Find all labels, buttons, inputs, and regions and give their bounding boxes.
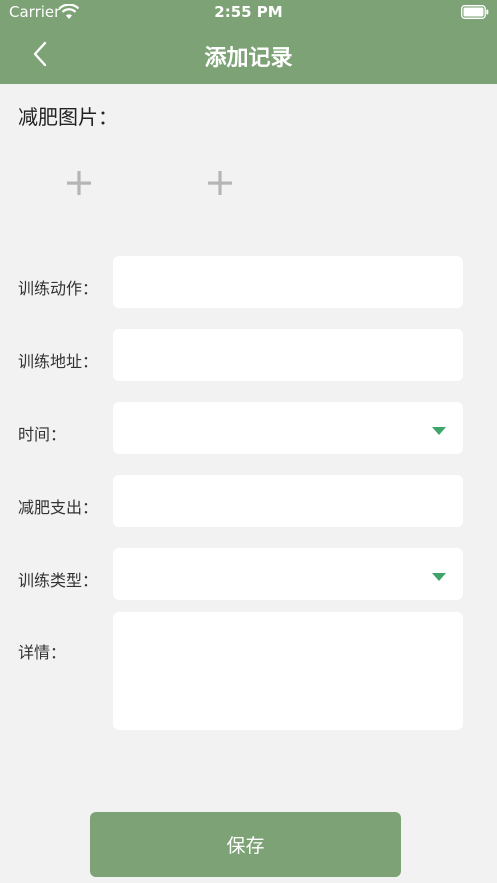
status-time: 2:55 PM: [214, 3, 283, 21]
dropdown-arrow-icon: [432, 573, 446, 581]
training-address-label: 训练地址：: [18, 352, 99, 371]
save-button[interactable]: 保存: [90, 812, 401, 877]
photos-section-label: 减肥图片：: [18, 105, 118, 129]
nav-header: Carrier 2:55 PM 添加记录: [0, 0, 497, 84]
dropdown-arrow-icon: [432, 427, 446, 435]
battery-icon: [461, 5, 489, 19]
training-action-input[interactable]: [113, 256, 463, 308]
details-textarea[interactable]: [113, 612, 463, 730]
time-label: 时间：: [18, 425, 67, 444]
training-action-label: 训练动作：: [18, 279, 99, 298]
details-label: 详情：: [18, 643, 67, 662]
status-bar: Carrier 2:55 PM: [0, 0, 497, 26]
expense-input[interactable]: [113, 475, 463, 527]
expense-label: 减肥支出：: [18, 498, 99, 517]
plus-icon: [208, 171, 232, 195]
training-address-input[interactable]: [113, 329, 463, 381]
plus-icon: [67, 171, 91, 195]
training-type-select[interactable]: [113, 548, 463, 600]
add-photo-button[interactable]: [202, 165, 238, 201]
training-type-label: 训练类型：: [18, 571, 99, 590]
time-select[interactable]: [113, 402, 463, 454]
page-title: 添加记录: [204, 46, 293, 71]
add-photo-button[interactable]: [61, 165, 97, 201]
